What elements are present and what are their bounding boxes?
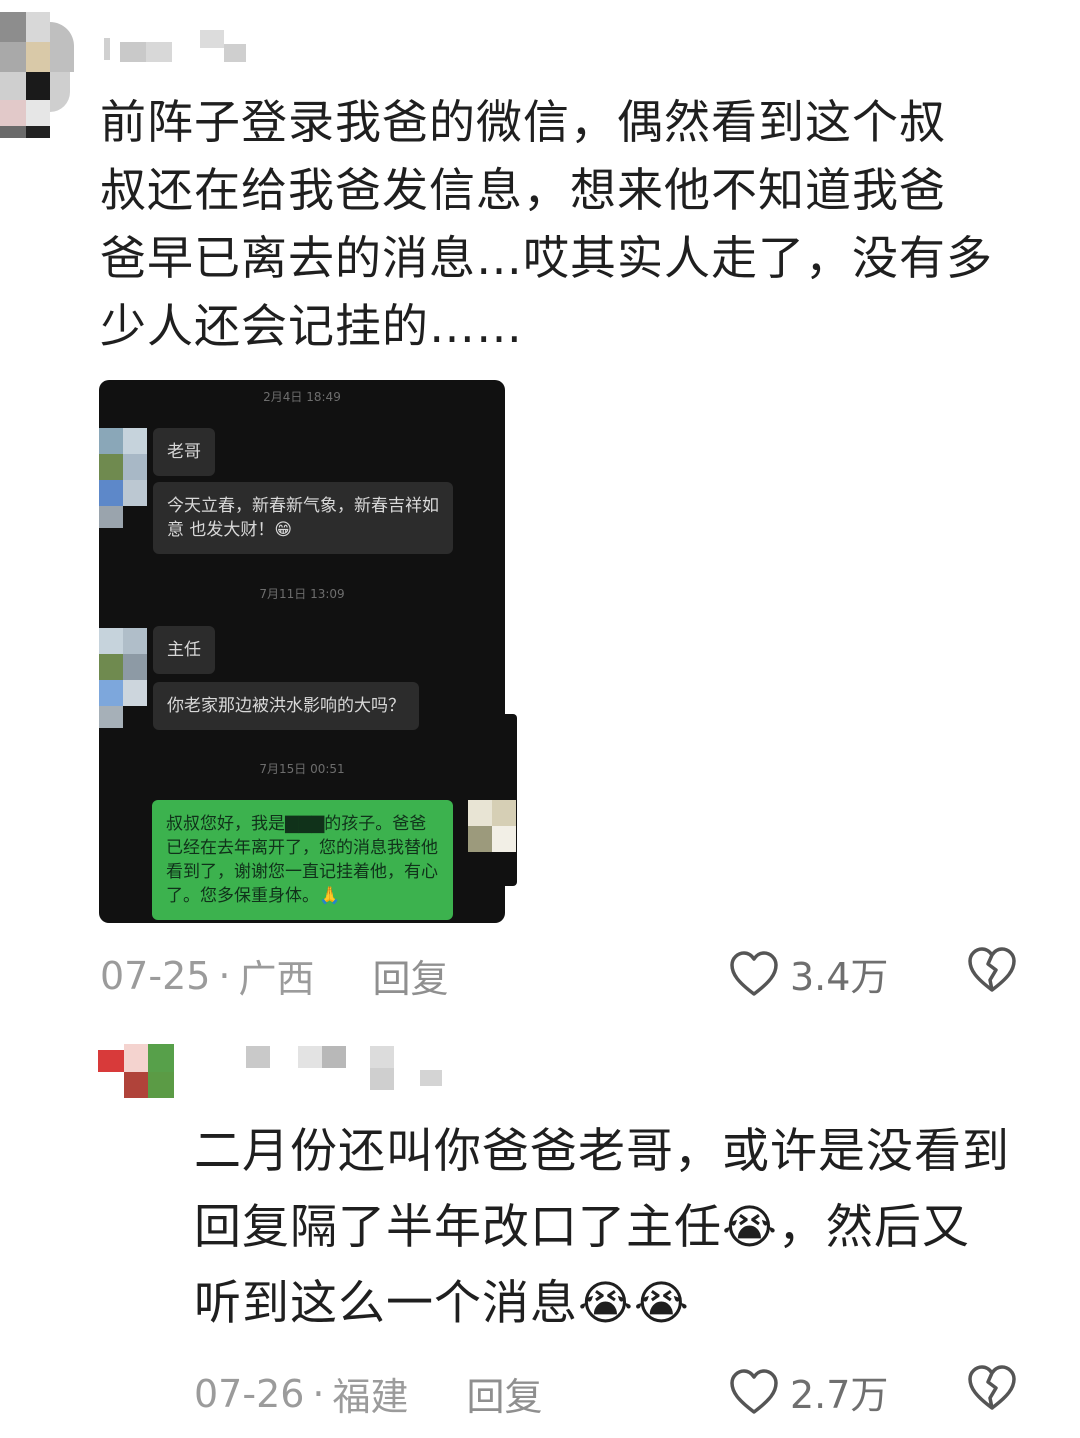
chat-bubble-left: 今天立春，新春新气象，新春吉祥如意 也发大财！😁: [153, 482, 453, 554]
comment-location: 福建: [332, 1375, 409, 1419]
chat-timestamp: 7月11日 13:09: [259, 587, 345, 601]
comment-meta: 07-25 · 广西 回复: [100, 948, 449, 1003]
username-blurred[interactable]: [104, 30, 254, 66]
comment-meta: 07-26 · 福建 回复: [194, 1366, 543, 1421]
chat-screenshot-image[interactable]: 2月4日 18:49 老哥 今天立春，新春新气象，新春吉祥如意 也发大财！😁 7…: [99, 380, 505, 923]
comment-line: 前阵子登录我爸的微信，偶然看到这个叔: [100, 95, 946, 149]
avatar[interactable]: [0, 12, 74, 138]
comment-line: 听到这么一个消息😭😭: [194, 1276, 690, 1331]
meta-separator: ·: [312, 1371, 325, 1416]
comment-line: 回复隔了半年改口了主任😭，然后又: [194, 1200, 970, 1255]
contact-avatar-blurred: [99, 428, 149, 528]
chat-bubble-left: 你老家那边被洪水影响的大吗？: [153, 682, 419, 730]
like-count: 3.4万: [790, 955, 889, 999]
comment-body: 前阵子登录我爸的微信，偶然看到这个叔 叔还在给我爸发信息，想来他不知道我爸 爸早…: [100, 88, 1030, 360]
chat-bubble-left: 老哥: [153, 428, 215, 476]
like-button[interactable]: 2.7万: [728, 1364, 888, 1419]
reply-button[interactable]: 回复: [373, 948, 449, 1003]
meta-separator: ·: [218, 953, 231, 998]
like-button[interactable]: 3.4万: [728, 946, 888, 1001]
heart-outline-icon: [730, 950, 778, 996]
comment-line: 二月份还叫你爸爸老哥，或许是没看到: [194, 1124, 1010, 1179]
self-avatar-blurred: [468, 800, 516, 852]
comment-body: 二月份还叫你爸爸老哥，或许是没看到 回复隔了半年改口了主任😭，然后又 听到这么一…: [194, 1114, 1054, 1342]
like-count: 2.7万: [790, 1373, 889, 1417]
comment-date: 07-26: [194, 1371, 305, 1416]
username-blurred[interactable]: [246, 1046, 446, 1092]
reply-button[interactable]: 回复: [467, 1366, 543, 1421]
comment-line: 叔还在给我爸发信息，想来他不知道我爸: [100, 163, 946, 217]
broken-heart-icon[interactable]: [966, 1364, 1018, 1412]
broken-heart-icon[interactable]: [966, 946, 1018, 994]
comment-date: 07-25: [100, 953, 211, 998]
comment-location: 广西: [238, 957, 315, 1001]
avatar[interactable]: [98, 1044, 174, 1098]
comment-line: 少人还会记挂的……: [100, 299, 523, 353]
chat-timestamp: 7月15日 00:51: [259, 762, 345, 776]
contact-avatar-blurred: [99, 628, 149, 728]
heart-outline-icon: [730, 1368, 778, 1414]
chat-bubble-right: 叔叔您好，我是▇▇▇的孩子。爸爸已经在去年离开了，您的消息我替他看到了，谢谢您一…: [152, 800, 453, 920]
chat-bubble-left: 主任: [153, 626, 215, 674]
comment-line: 爸早已离去的消息…哎其实人走了，没有多: [100, 231, 993, 285]
chat-timestamp: 2月4日 18:49: [263, 390, 341, 404]
